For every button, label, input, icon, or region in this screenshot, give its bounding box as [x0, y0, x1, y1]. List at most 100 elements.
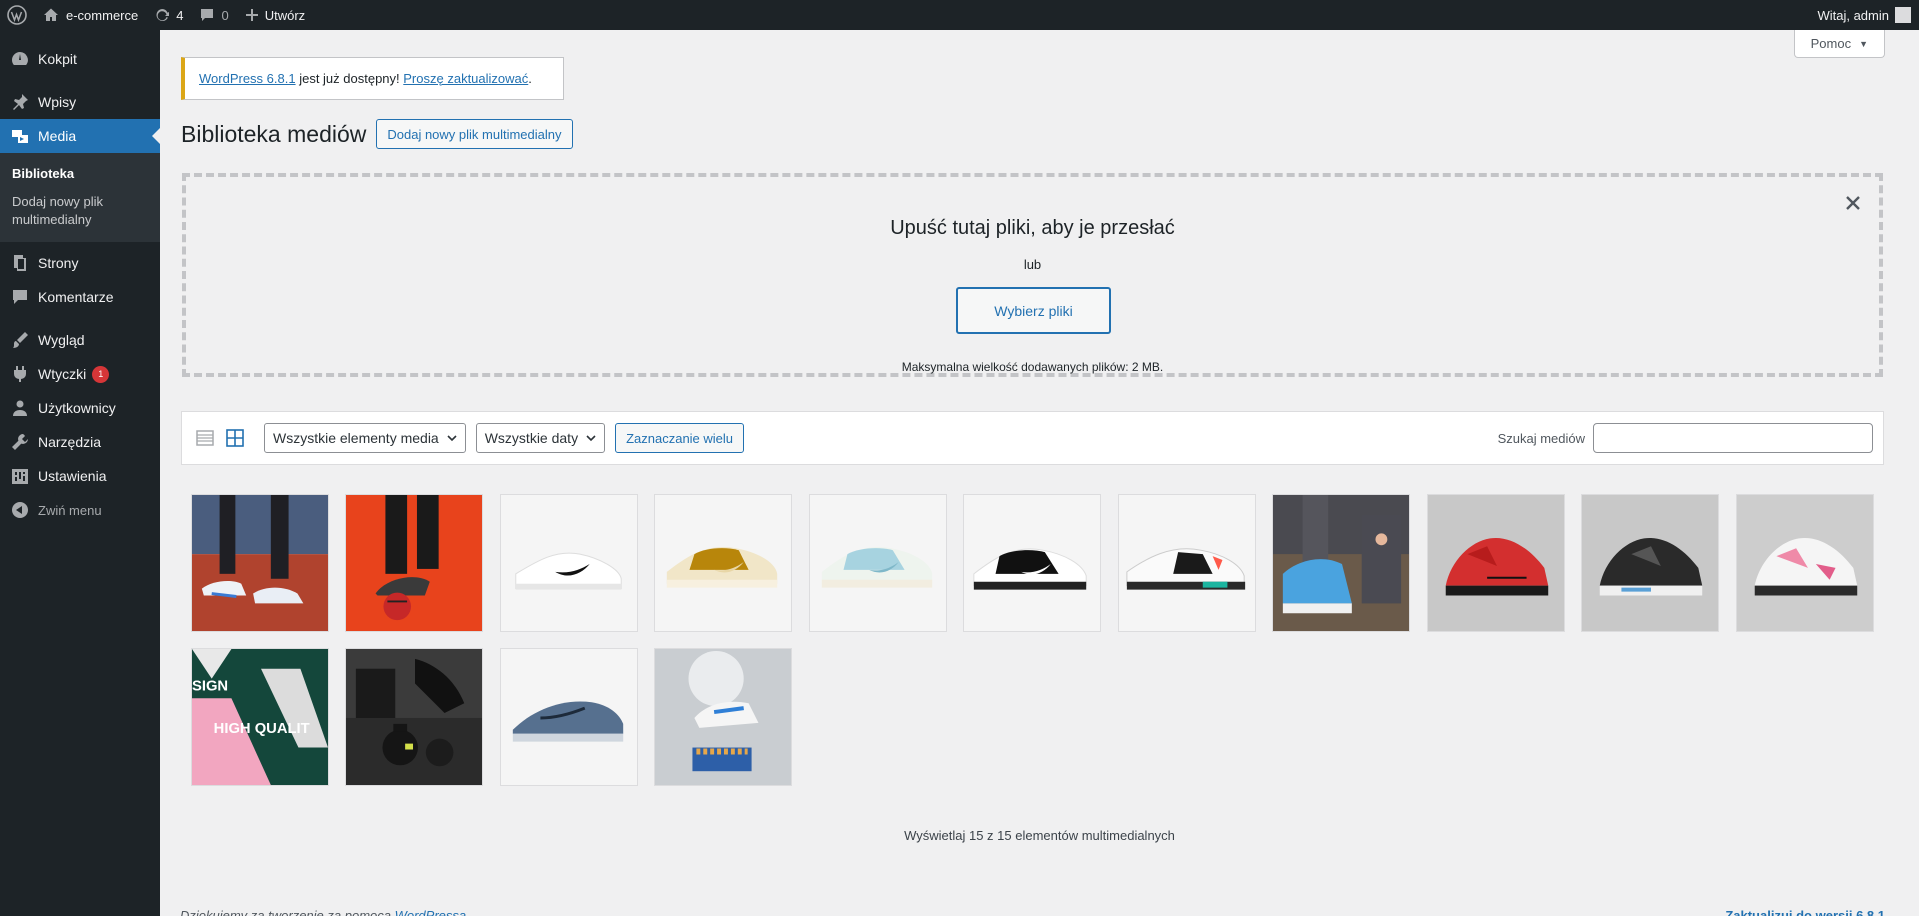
comments-icon: [10, 287, 30, 307]
menu-label: Narzędzia: [38, 434, 102, 450]
menu-item-pages[interactable]: Strony: [0, 246, 160, 280]
media-item-pink-white-jordan-sneaker[interactable]: [1736, 494, 1874, 632]
caret-down-icon: ▼: [1859, 38, 1868, 49]
footer-thanks: Dziękujemy za tworzenie za pomocą WordPr…: [180, 908, 466, 916]
close-icon[interactable]: [1843, 193, 1863, 213]
help-label: Pomoc: [1810, 36, 1852, 51]
updates-count: 4: [176, 7, 184, 23]
page-header: Biblioteka mediów Dodaj nowy plik multim…: [181, 119, 573, 149]
main-content: Pomoc ▼ WordPress 6.8.1 jest już dostępn…: [160, 30, 1919, 916]
menu-item-settings[interactable]: Ustawienia: [0, 459, 160, 493]
new-content-link[interactable]: Utwórz: [237, 0, 313, 30]
max-upload-size: Maksymalna wielkość dodawanych plików: 2…: [901, 360, 1164, 374]
menu-label: Wygląd: [38, 332, 85, 348]
grid-view-icon[interactable]: [224, 427, 246, 449]
media-item-grey-running-shoe[interactable]: [500, 648, 638, 786]
notice-end: .: [528, 71, 532, 86]
media-item-black-white-dunk-sneaker[interactable]: [963, 494, 1101, 632]
admin-menu: Kokpit Wpisy Media Biblioteka Dodaj nowy…: [0, 30, 160, 916]
media-type-value: Wszystkie elementy media: [273, 430, 439, 446]
media-toolbar: Wszystkie elementy media Wszystkie daty …: [181, 411, 1884, 465]
media-item-gold-dunk-sneaker[interactable]: [654, 494, 792, 632]
date-filter[interactable]: Wszystkie daty: [475, 423, 606, 453]
add-new-media-button[interactable]: Dodaj nowy plik multimedialny: [376, 119, 573, 149]
pin-icon: [10, 92, 30, 112]
footer-thanks-text: Dziękujemy za tworzenie za pomocą: [180, 908, 395, 916]
footer-update-link[interactable]: Zaktualizuj do wersji 6.8.1: [1725, 908, 1885, 916]
users-icon: [10, 398, 30, 418]
media-item-light-blue-dunk-sneaker[interactable]: [809, 494, 947, 632]
menu-label: Komentarze: [38, 289, 114, 305]
submenu-add-new[interactable]: Dodaj nowy plik multimedialny: [0, 188, 160, 234]
menu-label: Strony: [38, 255, 79, 271]
admin-bar: e-commerce 4 0 Utwórz Witaj, admin: [0, 0, 1919, 30]
avatar: [1895, 7, 1911, 23]
comments-count: 0: [221, 7, 229, 23]
wordpress-link[interactable]: WordPressa: [395, 908, 467, 916]
wordpress-version-link[interactable]: WordPress 6.8.1: [199, 71, 296, 86]
media-item-white-air-max-sneaker[interactable]: [1118, 494, 1256, 632]
updates-link[interactable]: 4: [146, 0, 191, 30]
date-filter-value: Wszystkie daty: [484, 430, 579, 446]
my-account[interactable]: Witaj, admin: [1817, 7, 1919, 23]
menu-label: Media: [38, 128, 77, 144]
media-item-black-jordan-sneaker[interactable]: [1581, 494, 1719, 632]
menu-item-posts[interactable]: Wpisy: [0, 85, 160, 119]
menu-item-appearance[interactable]: Wygląd: [0, 323, 160, 357]
menu-label: Ustawienia: [38, 468, 107, 484]
update-notice: WordPress 6.8.1 jest już dostępny! Prosz…: [181, 57, 564, 100]
appearance-icon: [10, 330, 30, 350]
dropzone-title: Upuść tutaj pliki, aby je przesłać: [890, 217, 1175, 239]
media-item-design-high-quality-banner[interactable]: SIGN HIGH QUALIT: [191, 648, 329, 786]
menu-item-dashboard[interactable]: Kokpit: [0, 42, 160, 76]
page-title: Biblioteka mediów: [181, 120, 367, 147]
media-type-filter[interactable]: Wszystkie elementy media: [264, 423, 466, 453]
comments-icon: [199, 7, 215, 23]
plus-icon: [245, 8, 259, 22]
dashboard-icon: [10, 49, 30, 69]
menu-item-comments[interactable]: Komentarze: [0, 280, 160, 314]
comments-link[interactable]: 0: [191, 0, 236, 30]
settings-icon: [10, 466, 30, 486]
pages-icon: [10, 253, 30, 273]
menu-item-plugins[interactable]: Wtyczki 1: [0, 357, 160, 391]
site-name-link[interactable]: e-commerce: [35, 0, 146, 30]
collapse-menu-button[interactable]: Zwiń menu: [0, 493, 160, 527]
upload-dropzone[interactable]: Upuść tutaj pliki, aby je przesłać lub W…: [182, 173, 1883, 377]
update-now-link[interactable]: Proszę zaktualizować: [403, 71, 528, 86]
collapse-label: Zwiń menu: [38, 502, 102, 518]
plugins-update-badge: 1: [92, 365, 110, 383]
media-count-text: Wyświetlaj 15 z 15 elementów multimedial…: [904, 828, 1175, 843]
media-item-shoe-basketball-display[interactable]: [654, 648, 792, 786]
wordpress-logo-icon[interactable]: [0, 0, 35, 30]
media-item-red-jordan-sneaker[interactable]: [1427, 494, 1565, 632]
media-item-blue-jordan-on-foot[interactable]: [1272, 494, 1410, 632]
dropzone-or: lub: [1023, 257, 1042, 272]
banner-text-line2: HIGH QUALIT: [214, 721, 310, 737]
list-view-icon[interactable]: [194, 427, 216, 449]
menu-label: Kokpit: [38, 51, 77, 67]
media-item-football-boot-ball[interactable]: [345, 494, 483, 632]
submenu-library[interactable]: Biblioteka: [0, 160, 160, 188]
select-files-button[interactable]: Wybierz pliki: [956, 287, 1111, 334]
updates-icon: [154, 7, 170, 23]
tools-icon: [10, 432, 30, 452]
menu-label: Wpisy: [38, 94, 77, 110]
home-icon: [43, 7, 59, 23]
media-item-white-sneaker[interactable]: [500, 494, 638, 632]
bulk-select-button[interactable]: Zaznaczanie wielu: [615, 423, 745, 453]
new-label: Utwórz: [264, 7, 306, 23]
greeting: Witaj, admin: [1817, 7, 1889, 23]
menu-item-media[interactable]: Media: [0, 119, 160, 153]
media-icon: [10, 126, 30, 146]
media-submenu: Biblioteka Dodaj nowy plik multimedialny: [0, 153, 160, 242]
media-item-kettlebell-workout[interactable]: [345, 648, 483, 786]
notice-text: jest już dostępny!: [295, 71, 404, 86]
menu-item-users[interactable]: Użytkownicy: [0, 391, 160, 425]
menu-item-tools[interactable]: Narzędzia: [0, 425, 160, 459]
menu-label: Użytkownicy: [38, 400, 116, 416]
help-tab-button[interactable]: Pomoc ▼: [1793, 30, 1885, 58]
chevron-down-icon: [586, 435, 596, 442]
search-input[interactable]: [1593, 423, 1873, 453]
media-item-running-shoes-track[interactable]: [191, 494, 329, 632]
